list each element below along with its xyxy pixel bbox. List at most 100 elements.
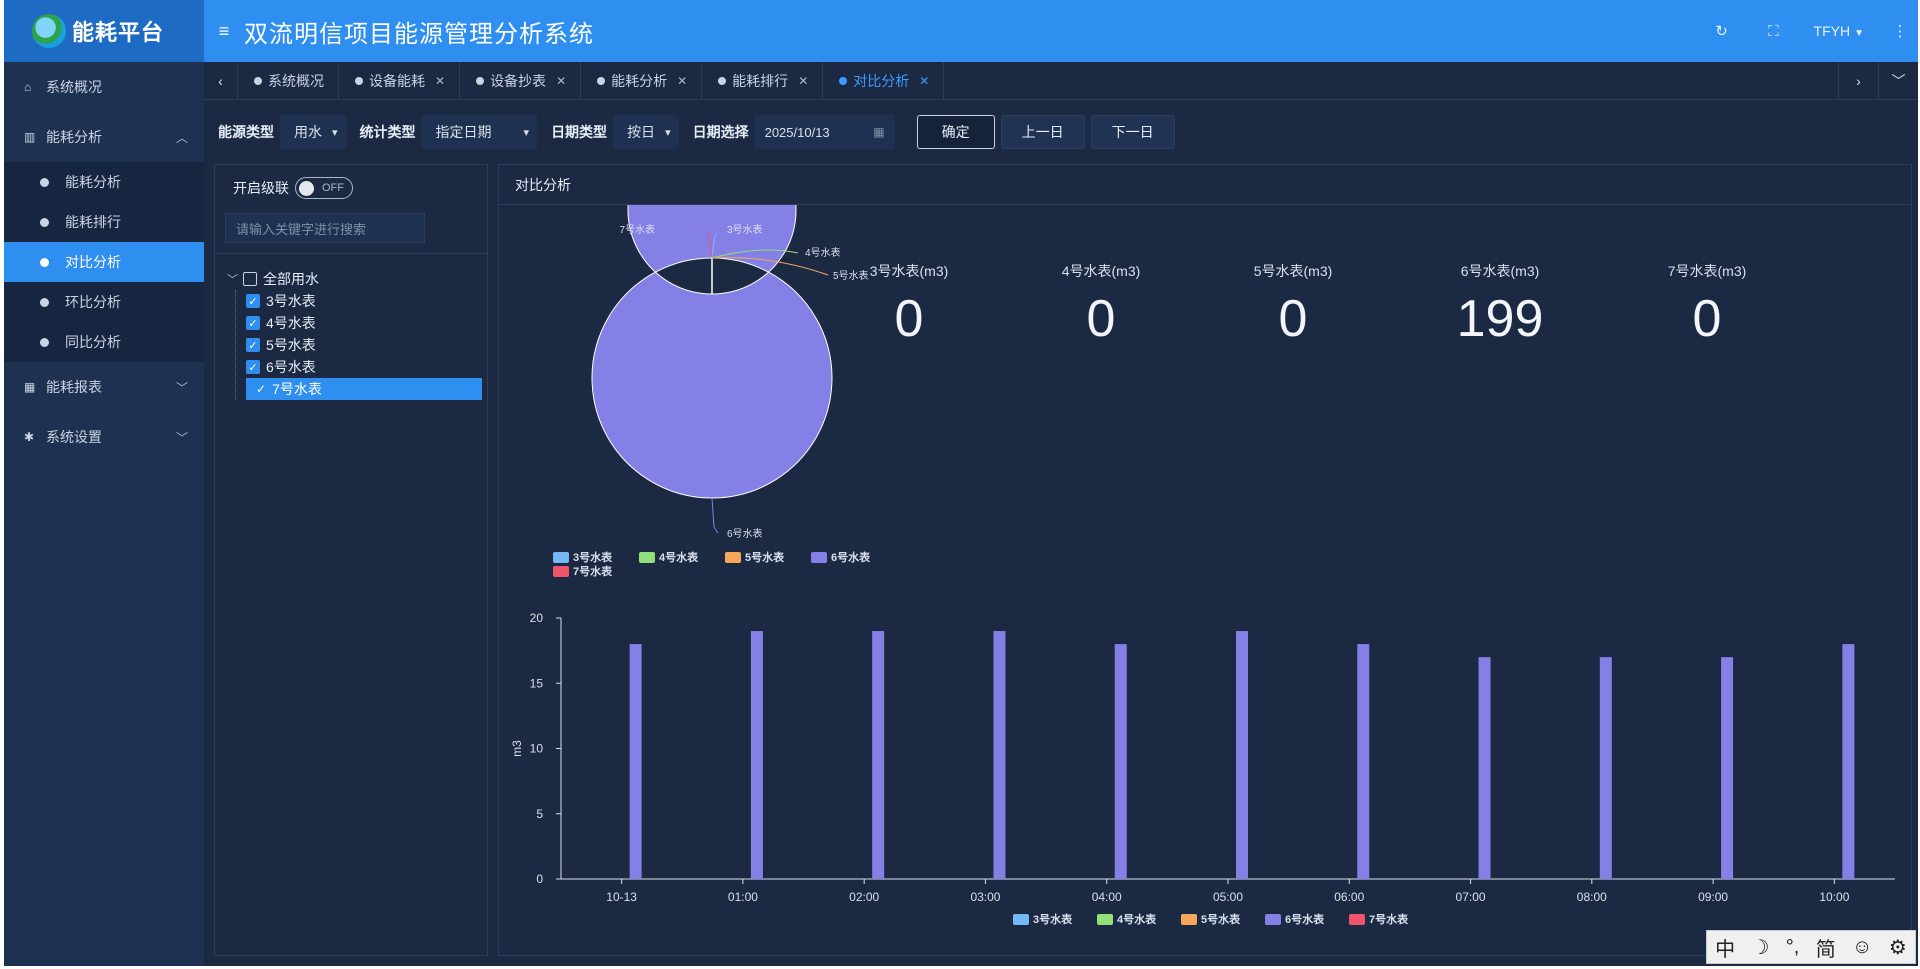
sidebar-item-energy-report[interactable]: ▦ 能耗报表 ﹀ xyxy=(4,362,204,412)
ime-punct-icon[interactable]: °, xyxy=(1786,936,1800,959)
chevron-down-icon: ﹀ xyxy=(175,380,188,395)
stat-type-select[interactable]: 指定日期 ▾ xyxy=(421,115,538,149)
pie-legend-swatch xyxy=(553,552,569,563)
close-icon[interactable]: ✕ xyxy=(798,74,808,88)
close-icon[interactable]: ✕ xyxy=(677,74,687,88)
tree-root-node[interactable]: ﹀ 全部用水 xyxy=(227,268,487,290)
x-tick-label: 10-13 xyxy=(606,890,637,904)
energy-type-select[interactable]: 用水 ▾ xyxy=(280,115,346,149)
sidebar: ⌂ 系统概况 ▥ 能耗分析 ︿ 能耗分析 能耗排行 对比分析 环比分析 同比分析… xyxy=(4,62,204,966)
switch-knob xyxy=(299,181,314,196)
ime-moon-icon[interactable]: ☽ xyxy=(1752,935,1770,960)
bar xyxy=(750,631,763,879)
sidebar-item-settings[interactable]: ✱ 系统设置 ﹀ xyxy=(4,412,204,462)
fullscreen-icon[interactable]: ⛶ xyxy=(1748,23,1800,40)
brand-logo[interactable]: 能耗平台 xyxy=(4,0,204,62)
checkbox-checked-icon[interactable]: ✓ xyxy=(246,316,260,330)
tree-root-label: 全部用水 xyxy=(263,271,319,287)
tree-node-meter4[interactable]: ✓ 4号水表 xyxy=(246,312,487,334)
y-tick-label: 10 xyxy=(530,742,544,756)
stat-meter5: 5号水表(m3) 0 xyxy=(1208,261,1378,349)
x-tick-label: 03:00 xyxy=(970,890,1000,904)
stat-value: 199 xyxy=(1456,290,1544,348)
checkbox-checked-icon[interactable]: ✓ xyxy=(246,294,260,308)
bar-legend-label: 7号水表 xyxy=(1369,912,1409,926)
tab-energy-analysis[interactable]: 能耗分析 ✕ xyxy=(581,61,703,100)
checkbox-checked-icon[interactable]: ✓ xyxy=(246,360,260,374)
chevron-down-icon: ▾ xyxy=(523,126,530,139)
date-input[interactable]: 2025/10/13 ▦ xyxy=(754,115,895,149)
tabs-scroll-right-icon[interactable]: › xyxy=(1838,62,1878,100)
tree-node-label: 3号水表 xyxy=(266,293,316,309)
stat-type-label: 统计类型 xyxy=(359,124,416,140)
ime-mode-icon[interactable]: 中 xyxy=(1715,933,1735,962)
tab-energy-ranking[interactable]: 能耗排行 ✕ xyxy=(702,61,824,100)
confirm-button[interactable]: 确定 xyxy=(916,115,995,149)
x-tick-label: 08:00 xyxy=(1577,890,1607,904)
close-icon[interactable]: ✕ xyxy=(919,74,929,88)
stat-meter7: 7号水表(m3) 0 xyxy=(1622,261,1792,349)
prev-day-button[interactable]: 上一日 xyxy=(1000,115,1085,149)
tab-meter-reading[interactable]: 设备抄表 ✕ xyxy=(460,61,582,100)
caret-down-icon: ▼ xyxy=(1854,28,1864,39)
tree-node-meter6[interactable]: ✓ 6号水表 xyxy=(246,356,487,378)
gear-icon: ✱ xyxy=(24,430,35,444)
tab-device-energy[interactable]: 设备能耗 ✕ xyxy=(339,61,461,100)
tabs-menu-chevron-down-icon[interactable]: ﹀ xyxy=(1878,62,1918,100)
sidebar-sub-mom[interactable]: 环比分析 xyxy=(4,282,204,322)
tree-node-meter5[interactable]: ✓ 5号水表 xyxy=(246,334,487,356)
tab-overview[interactable]: 系统概况 xyxy=(238,61,339,100)
user-name: TFYH xyxy=(1813,23,1851,39)
pie-leader-line xyxy=(711,497,719,534)
comparison-panel: 对比分析 7号水表 3号水表 4号水表 5号水表 6号水表 3号水表 4号水表 5号水表 6号水… xyxy=(498,125,1912,956)
date-type-select[interactable]: 按日 ▾ xyxy=(613,115,679,149)
chevron-down-icon[interactable]: ﹀ xyxy=(227,271,243,287)
close-icon[interactable]: ✕ xyxy=(435,74,445,88)
bar-legend-swatch xyxy=(1013,914,1029,925)
tree-search-input[interactable]: 请输入关键字进行搜索 xyxy=(225,213,425,243)
cascade-toggle-row: 开启级联 OFF xyxy=(215,165,487,199)
pie-legend-label: 4号水表 xyxy=(659,550,699,564)
chevron-down-icon: ﹀ xyxy=(175,430,188,445)
energy-type-value: 用水 xyxy=(294,124,322,140)
date-type-value: 按日 xyxy=(627,124,656,140)
home-icon: ⌂ xyxy=(24,80,32,94)
stat-label: 5号水表(m3) xyxy=(1253,263,1333,279)
sidebar-sub-comparison[interactable]: 对比分析 xyxy=(4,242,204,282)
more-vertical-icon[interactable]: ⋮ xyxy=(1882,22,1918,40)
checkbox-checked-icon[interactable]: ✓ xyxy=(246,338,260,352)
sidebar-sub-energy-ranking[interactable]: 能耗排行 xyxy=(4,202,204,242)
sidebar-sub-label: 对比分析 xyxy=(65,254,121,270)
tab-label: 设备能耗 xyxy=(369,72,425,89)
sidebar-sub-label: 能耗排行 xyxy=(65,214,121,230)
tab-comparison[interactable]: 对比分析 ✕ xyxy=(823,61,945,100)
tabs-scroll-left-icon[interactable]: ‹ xyxy=(204,61,238,100)
menu-toggle-icon[interactable]: ≡ xyxy=(204,21,244,42)
top-header: ≡ 双流明信项目能源管理分析系统 ↻ ⛶ TFYH ▼ ⋮ xyxy=(204,0,1918,62)
bullet-icon xyxy=(40,257,49,267)
sidebar-item-overview[interactable]: ⌂ 系统概况 xyxy=(4,62,204,112)
sidebar-item-energy-analysis[interactable]: ▥ 能耗分析 ︿ xyxy=(4,112,204,162)
ime-toolbar[interactable]: 中 ☽ °, 简 ☺ ⚙ xyxy=(1706,930,1916,964)
sidebar-sub-yoy[interactable]: 同比分析 xyxy=(4,322,204,362)
pie-legend-swatch xyxy=(553,566,569,577)
table-icon: ▦ xyxy=(24,380,36,394)
stat-value: 0 xyxy=(1692,290,1722,348)
next-day-button[interactable]: 下一日 xyxy=(1090,115,1175,149)
refresh-icon[interactable]: ↻ xyxy=(1696,22,1748,40)
user-menu[interactable]: TFYH ▼ xyxy=(1800,23,1882,39)
cascade-switch[interactable]: OFF xyxy=(295,177,353,199)
x-tick-label: 06:00 xyxy=(1334,890,1364,904)
bar xyxy=(1478,657,1491,879)
stat-label: 6号水表(m3) xyxy=(1460,263,1540,279)
sidebar-sub-energy-analysis[interactable]: 能耗分析 xyxy=(4,162,204,202)
tree-node-meter7[interactable]: ✓ 7号水表 xyxy=(246,378,482,400)
ime-emoji-icon[interactable]: ☺ xyxy=(1852,936,1872,959)
ime-simplified-icon[interactable]: 简 xyxy=(1816,933,1836,962)
bar-legend-swatch xyxy=(1349,914,1365,925)
tree-node-meter3[interactable]: ✓ 3号水表 xyxy=(246,290,487,312)
chevron-up-icon: ︿ xyxy=(175,130,188,145)
tree-root-checkbox[interactable] xyxy=(243,272,257,286)
ime-settings-icon[interactable]: ⚙ xyxy=(1889,935,1907,960)
close-icon[interactable]: ✕ xyxy=(556,74,566,88)
